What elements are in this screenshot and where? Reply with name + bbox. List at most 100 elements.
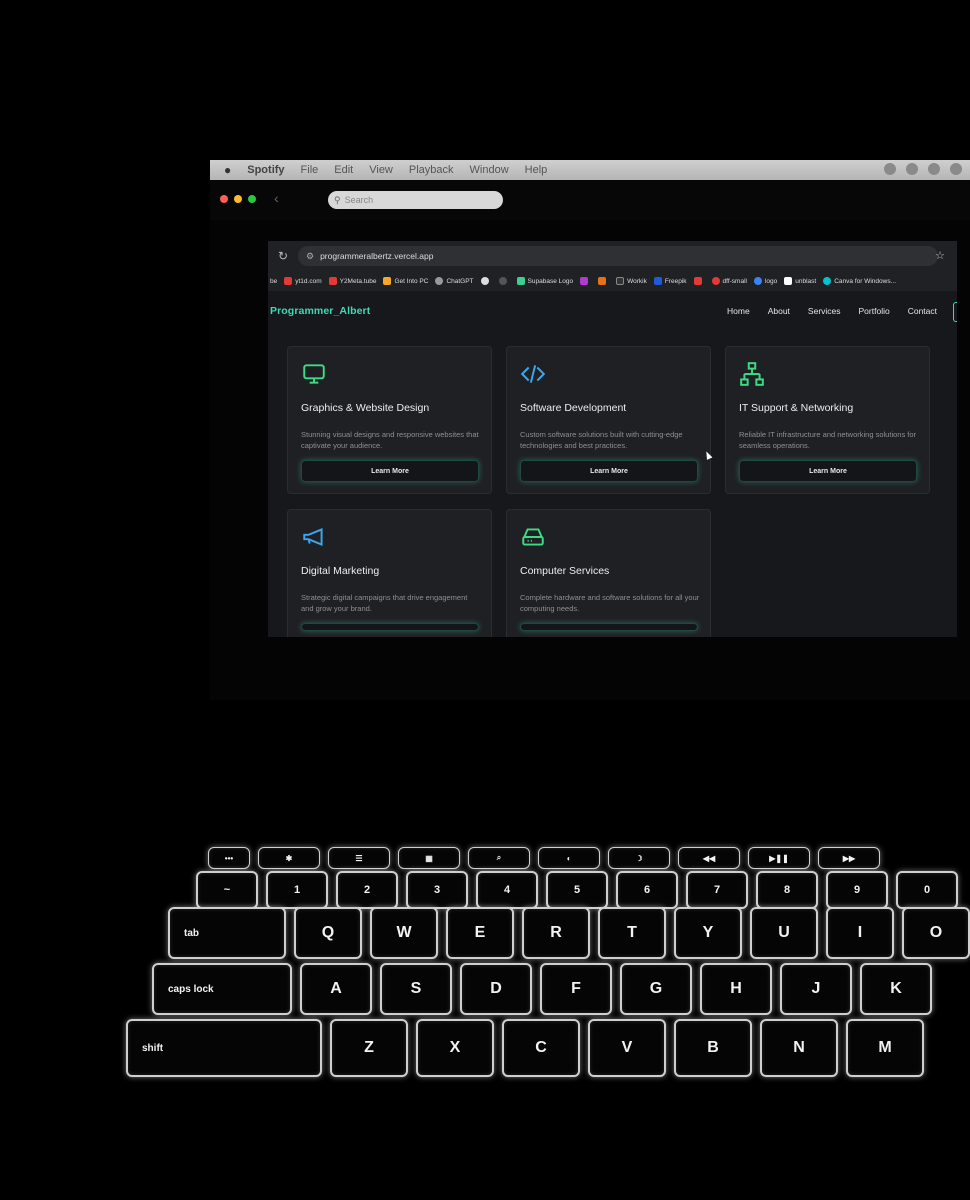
tab-key[interactable]: tab [168,907,286,959]
keyboard-key[interactable]: B [674,1019,752,1077]
network-icon [740,362,764,386]
keyboard-key[interactable]: J [780,963,852,1015]
bookmark-item[interactable] [480,277,492,285]
keyboard-key[interactable]: I [826,907,894,959]
keyboard-key[interactable]: 1 [266,871,328,909]
spotify-search-input[interactable]: ⚲ Search [328,191,503,209]
learn-more-button[interactable]: Learn More [739,460,917,482]
bookmark-item[interactable] [498,277,510,285]
bookmark-item[interactable] [580,277,591,285]
keyboard-key[interactable]: ☽ [608,847,670,869]
keyboard-key[interactable]: ▦ [398,847,460,869]
keyboard-key[interactable]: R [522,907,590,959]
keyboard-key[interactable]: 6 [616,871,678,909]
keyboard-key[interactable]: S [380,963,452,1015]
apple-icon[interactable]: ● [224,163,231,177]
status-icon[interactable] [884,163,896,175]
bookmark-item[interactable]: dff-small [711,277,747,285]
reload-icon[interactable]: ↻ [278,249,292,263]
bookmark-item[interactable]: Get Into PC [383,277,428,285]
bookmark-item[interactable]: yt1d.com [284,277,322,285]
keyboard-key[interactable]: 5 [546,871,608,909]
keyboard-key[interactable]: Z [330,1019,408,1077]
keyboard-key[interactable]: W [370,907,438,959]
keyboard-key[interactable]: ~ [196,871,258,909]
bookmark-favicon-icon [598,277,607,285]
menu-playback[interactable]: Playback [409,164,454,176]
keyboard-key[interactable]: H [700,963,772,1015]
bookmark-item[interactable]: Supabase Logo [516,277,573,285]
menu-edit[interactable]: Edit [334,164,353,176]
bookmark-item[interactable]: Canva for Windows... [823,277,896,285]
keyboard-key[interactable]: A [300,963,372,1015]
menu-file[interactable]: File [301,164,319,176]
keyboard-key[interactable]: E [446,907,514,959]
bookmark-item[interactable]: ChatGPT [435,277,474,285]
site-settings-icon[interactable]: ⚙ [306,251,314,262]
nav-contact[interactable]: Contact [908,306,937,316]
url-input[interactable]: ⚙ programmeralbertz.vercel.app [298,246,938,266]
nav-cta-button[interactable] [953,302,957,322]
keyboard-key[interactable]: T [598,907,666,959]
keyboard-key[interactable]: ▶❚❚ [748,847,810,869]
bookmark-item[interactable]: Y2Meta.tube [328,277,376,285]
keyboard-key[interactable]: G [620,963,692,1015]
nav-services[interactable]: Services [808,306,841,316]
learn-more-button[interactable]: Learn More [520,460,698,482]
keyboard-key[interactable]: 9 [826,871,888,909]
bookmark-item[interactable]: Workik [616,277,647,285]
keyboard-key[interactable]: N [760,1019,838,1077]
bookmark-item[interactable] [693,277,705,285]
keyboard-key[interactable]: C [502,1019,580,1077]
bookmark-item[interactable]: be [270,278,277,285]
caps-lock-key[interactable]: caps lock [152,963,292,1015]
keyboard-key[interactable]: ⌕ [468,847,530,869]
keyboard-key[interactable]: 2 [336,871,398,909]
close-window-icon[interactable] [220,195,228,203]
menu-help[interactable]: Help [525,164,548,176]
learn-more-button[interactable]: Learn More [301,460,479,482]
keyboard-key[interactable]: Y [674,907,742,959]
back-arrow-icon[interactable]: ‹ [274,190,279,206]
nav-portfolio[interactable]: Portfolio [859,306,890,316]
bookmark-item[interactable]: Freepik [653,277,687,285]
keyboard-key[interactable]: Q [294,907,362,959]
status-icon[interactable] [950,163,962,175]
keyboard-key[interactable]: U [750,907,818,959]
keyboard-key[interactable]: ▶▶ [818,847,880,869]
keyboard-key[interactable]: ☰ [328,847,390,869]
nav-home[interactable]: Home [727,306,750,316]
bookmark-star-icon[interactable]: ☆ [935,249,945,262]
keyboard-key[interactable]: 4 [476,871,538,909]
keyboard-key[interactable]: ◐ [538,847,600,869]
menu-view[interactable]: View [369,164,393,176]
keyboard-key[interactable]: 3 [406,871,468,909]
status-icon[interactable] [928,163,940,175]
maximize-window-icon[interactable] [248,195,256,203]
keyboard-key[interactable]: D [460,963,532,1015]
keyboard-key[interactable]: M [846,1019,924,1077]
keyboard-key[interactable]: ◀◀ [678,847,740,869]
keyboard-key[interactable]: ✱ [258,847,320,869]
status-icon[interactable] [906,163,918,175]
bookmark-item[interactable]: unblast [784,277,816,285]
keyboard-key[interactable]: F [540,963,612,1015]
bookmark-item[interactable] [598,277,609,285]
site-logo[interactable]: Programmer_Albert [270,305,370,317]
minimize-window-icon[interactable] [234,195,242,203]
keyboard-key[interactable]: ••• [208,847,250,869]
keyboard-key[interactable]: 8 [756,871,818,909]
keyboard-key[interactable]: O [902,907,970,959]
keyboard-key[interactable]: K [860,963,932,1015]
learn-more-button[interactable] [520,623,698,631]
learn-more-button[interactable] [301,623,479,631]
menu-spotify[interactable]: Spotify [247,164,284,176]
keyboard-key[interactable]: 7 [686,871,748,909]
shift-key[interactable]: shift [126,1019,322,1077]
keyboard-key[interactable]: 0 [896,871,958,909]
bookmark-item[interactable]: logo [753,277,777,285]
keyboard-key[interactable]: V [588,1019,666,1077]
menu-window[interactable]: Window [470,164,509,176]
nav-about[interactable]: About [768,306,790,316]
keyboard-key[interactable]: X [416,1019,494,1077]
